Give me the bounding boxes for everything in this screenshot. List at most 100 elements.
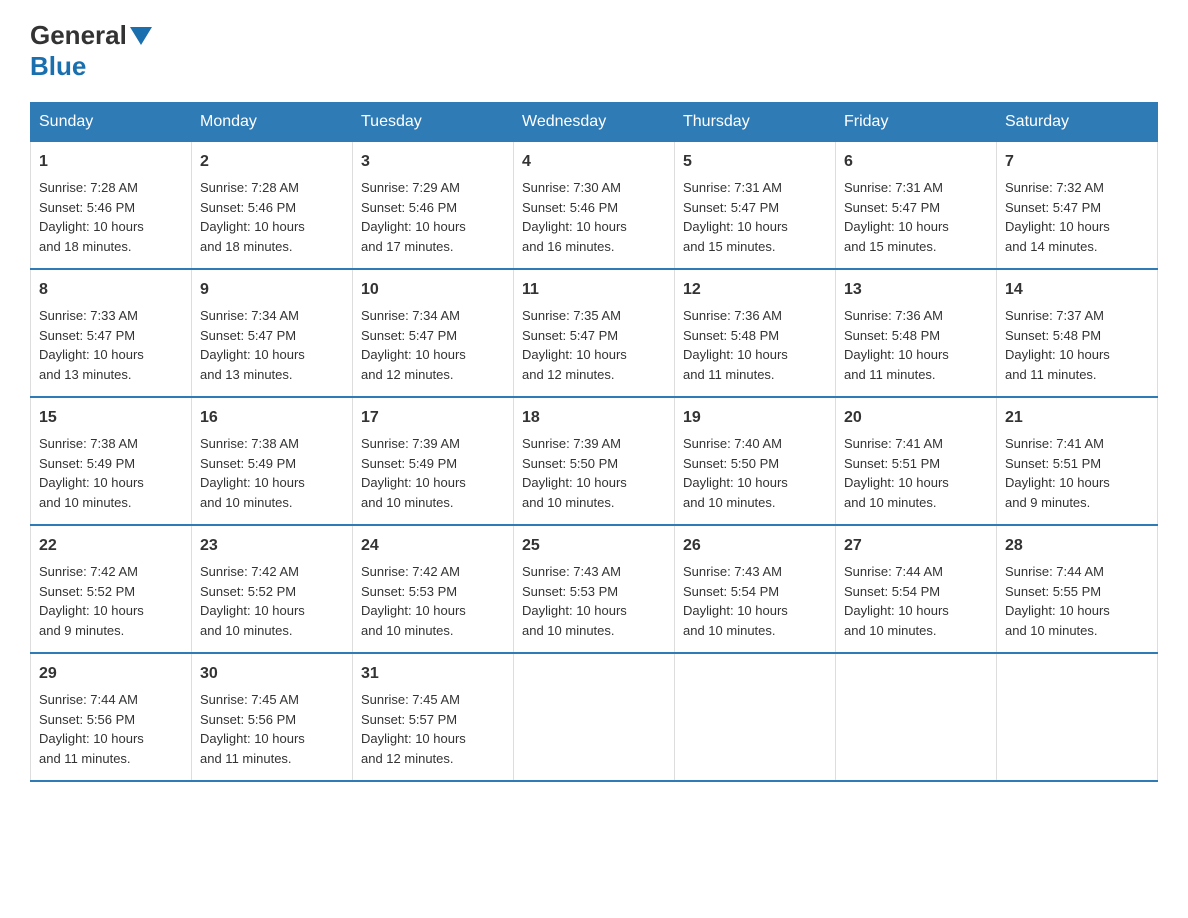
calendar-cell: 2 Sunrise: 7:28 AMSunset: 5:46 PMDaylight… [192, 142, 353, 270]
sunrise-text: Sunrise: 7:41 AMSunset: 5:51 PMDaylight:… [1005, 436, 1110, 510]
sunrise-text: Sunrise: 7:38 AMSunset: 5:49 PMDaylight:… [200, 436, 305, 510]
sunrise-text: Sunrise: 7:29 AMSunset: 5:46 PMDaylight:… [361, 180, 466, 254]
calendar-cell: 3 Sunrise: 7:29 AMSunset: 5:46 PMDaylight… [353, 142, 514, 270]
calendar-cell: 18 Sunrise: 7:39 AMSunset: 5:50 PMDayligh… [514, 397, 675, 525]
calendar-cell: 26 Sunrise: 7:43 AMSunset: 5:54 PMDayligh… [675, 525, 836, 653]
sunrise-text: Sunrise: 7:42 AMSunset: 5:52 PMDaylight:… [39, 564, 144, 638]
sunrise-text: Sunrise: 7:31 AMSunset: 5:47 PMDaylight:… [844, 180, 949, 254]
calendar-cell: 17 Sunrise: 7:39 AMSunset: 5:49 PMDayligh… [353, 397, 514, 525]
day-number: 23 [200, 534, 344, 558]
calendar-cell: 11Sunrise: 7:35 AMSunset: 5:47 PMDayligh… [514, 269, 675, 397]
sunrise-text: Sunrise: 7:30 AMSunset: 5:46 PMDaylight:… [522, 180, 627, 254]
day-number: 20 [844, 406, 988, 430]
sunrise-text: Sunrise: 7:32 AMSunset: 5:47 PMDaylight:… [1005, 180, 1110, 254]
sunrise-text: Sunrise: 7:33 AMSunset: 5:47 PMDaylight:… [39, 308, 144, 382]
col-header-sunday: Sunday [31, 103, 192, 142]
sunrise-text: Sunrise: 7:34 AMSunset: 5:47 PMDaylight:… [200, 308, 305, 382]
calendar-cell: 13 Sunrise: 7:36 AMSunset: 5:48 PMDayligh… [836, 269, 997, 397]
sunrise-text: Sunrise: 7:42 AMSunset: 5:52 PMDaylight:… [200, 564, 305, 638]
calendar-cell: 29 Sunrise: 7:44 AMSunset: 5:56 PMDayligh… [31, 653, 192, 781]
calendar-cell: 12 Sunrise: 7:36 AMSunset: 5:48 PMDayligh… [675, 269, 836, 397]
sunrise-text: Sunrise: 7:36 AMSunset: 5:48 PMDaylight:… [844, 308, 949, 382]
sunrise-text: Sunrise: 7:42 AMSunset: 5:53 PMDaylight:… [361, 564, 466, 638]
day-number: 26 [683, 534, 827, 558]
col-header-thursday: Thursday [675, 103, 836, 142]
calendar-cell: 23 Sunrise: 7:42 AMSunset: 5:52 PMDayligh… [192, 525, 353, 653]
sunrise-text: Sunrise: 7:40 AMSunset: 5:50 PMDaylight:… [683, 436, 788, 510]
calendar-week-row: 8 Sunrise: 7:33 AMSunset: 5:47 PMDaylight… [31, 269, 1158, 397]
calendar-cell: 16 Sunrise: 7:38 AMSunset: 5:49 PMDayligh… [192, 397, 353, 525]
page-header: General Blue [30, 20, 1158, 82]
day-number: 31 [361, 662, 505, 686]
day-number: 3 [361, 150, 505, 174]
calendar-cell: 27 Sunrise: 7:44 AMSunset: 5:54 PMDayligh… [836, 525, 997, 653]
col-header-friday: Friday [836, 103, 997, 142]
logo-blue-text: Blue [30, 51, 86, 81]
calendar-header-row: SundayMondayTuesdayWednesdayThursdayFrid… [31, 103, 1158, 142]
calendar-week-row: 15Sunrise: 7:38 AMSunset: 5:49 PMDayligh… [31, 397, 1158, 525]
day-number: 2 [200, 150, 344, 174]
calendar-cell: 21 Sunrise: 7:41 AMSunset: 5:51 PMDayligh… [997, 397, 1158, 525]
calendar-cell: 25 Sunrise: 7:43 AMSunset: 5:53 PMDayligh… [514, 525, 675, 653]
calendar-cell: 14 Sunrise: 7:37 AMSunset: 5:48 PMDayligh… [997, 269, 1158, 397]
calendar-cell: 4 Sunrise: 7:30 AMSunset: 5:46 PMDaylight… [514, 142, 675, 270]
day-number: 28 [1005, 534, 1149, 558]
sunrise-text: Sunrise: 7:39 AMSunset: 5:50 PMDaylight:… [522, 436, 627, 510]
col-header-monday: Monday [192, 103, 353, 142]
calendar-cell: 7 Sunrise: 7:32 AMSunset: 5:47 PMDaylight… [997, 142, 1158, 270]
day-number: 5 [683, 150, 827, 174]
sunrise-text: Sunrise: 7:34 AMSunset: 5:47 PMDaylight:… [361, 308, 466, 382]
sunrise-text: Sunrise: 7:31 AMSunset: 5:47 PMDaylight:… [683, 180, 788, 254]
day-number: 14 [1005, 278, 1149, 302]
calendar-cell: 10Sunrise: 7:34 AMSunset: 5:47 PMDayligh… [353, 269, 514, 397]
calendar-cell: 8 Sunrise: 7:33 AMSunset: 5:47 PMDaylight… [31, 269, 192, 397]
day-number: 25 [522, 534, 666, 558]
day-number: 18 [522, 406, 666, 430]
day-number: 11 [522, 278, 666, 302]
day-number: 1 [39, 150, 183, 174]
logo-triangle-icon [130, 27, 152, 47]
calendar-cell: 9 Sunrise: 7:34 AMSunset: 5:47 PMDaylight… [192, 269, 353, 397]
day-number: 24 [361, 534, 505, 558]
sunrise-text: Sunrise: 7:28 AMSunset: 5:46 PMDaylight:… [200, 180, 305, 254]
calendar-cell [514, 653, 675, 781]
sunrise-text: Sunrise: 7:39 AMSunset: 5:49 PMDaylight:… [361, 436, 466, 510]
day-number: 4 [522, 150, 666, 174]
day-number: 16 [200, 406, 344, 430]
calendar-cell: 5 Sunrise: 7:31 AMSunset: 5:47 PMDaylight… [675, 142, 836, 270]
day-number: 21 [1005, 406, 1149, 430]
calendar-week-row: 1 Sunrise: 7:28 AMSunset: 5:46 PMDaylight… [31, 142, 1158, 270]
calendar-table: SundayMondayTuesdayWednesdayThursdayFrid… [30, 102, 1158, 782]
calendar-cell: 6 Sunrise: 7:31 AMSunset: 5:47 PMDaylight… [836, 142, 997, 270]
sunrise-text: Sunrise: 7:36 AMSunset: 5:48 PMDaylight:… [683, 308, 788, 382]
day-number: 6 [844, 150, 988, 174]
logo-general-text: General [30, 20, 127, 51]
day-number: 12 [683, 278, 827, 302]
day-number: 9 [200, 278, 344, 302]
day-number: 29 [39, 662, 183, 686]
sunrise-text: Sunrise: 7:37 AMSunset: 5:48 PMDaylight:… [1005, 308, 1110, 382]
logo: General Blue [30, 20, 152, 82]
sunrise-text: Sunrise: 7:44 AMSunset: 5:54 PMDaylight:… [844, 564, 949, 638]
day-number: 30 [200, 662, 344, 686]
day-number: 17 [361, 406, 505, 430]
calendar-cell [997, 653, 1158, 781]
day-number: 8 [39, 278, 183, 302]
day-number: 7 [1005, 150, 1149, 174]
sunrise-text: Sunrise: 7:45 AMSunset: 5:57 PMDaylight:… [361, 692, 466, 766]
day-number: 13 [844, 278, 988, 302]
calendar-cell: 22Sunrise: 7:42 AMSunset: 5:52 PMDayligh… [31, 525, 192, 653]
sunrise-text: Sunrise: 7:43 AMSunset: 5:54 PMDaylight:… [683, 564, 788, 638]
calendar-cell: 20 Sunrise: 7:41 AMSunset: 5:51 PMDayligh… [836, 397, 997, 525]
sunrise-text: Sunrise: 7:43 AMSunset: 5:53 PMDaylight:… [522, 564, 627, 638]
sunrise-text: Sunrise: 7:41 AMSunset: 5:51 PMDaylight:… [844, 436, 949, 510]
calendar-cell: 30Sunrise: 7:45 AMSunset: 5:56 PMDayligh… [192, 653, 353, 781]
calendar-cell: 15Sunrise: 7:38 AMSunset: 5:49 PMDayligh… [31, 397, 192, 525]
calendar-week-row: 29 Sunrise: 7:44 AMSunset: 5:56 PMDayligh… [31, 653, 1158, 781]
calendar-cell: 1 Sunrise: 7:28 AMSunset: 5:46 PMDaylight… [31, 142, 192, 270]
calendar-cell: 31 Sunrise: 7:45 AMSunset: 5:57 PMDayligh… [353, 653, 514, 781]
day-number: 27 [844, 534, 988, 558]
sunrise-text: Sunrise: 7:28 AMSunset: 5:46 PMDaylight:… [39, 180, 144, 254]
calendar-cell [836, 653, 997, 781]
sunrise-text: Sunrise: 7:44 AMSunset: 5:56 PMDaylight:… [39, 692, 144, 766]
